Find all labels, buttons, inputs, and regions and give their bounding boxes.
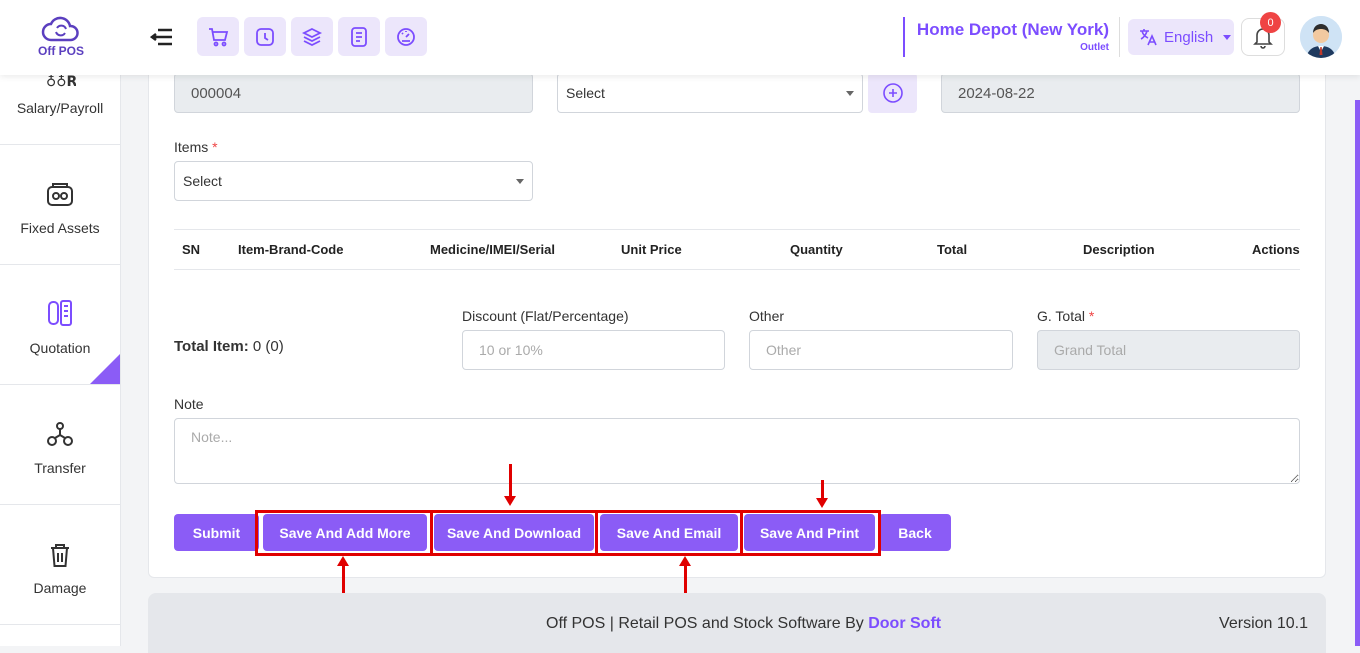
outlet-name: Home Depot (New York) (916, 20, 1109, 39)
footer: Off POS | Retail POS and Stock Software … (148, 593, 1326, 653)
col-description: Description (1083, 242, 1155, 257)
sidebar-item-fixed-assets[interactable]: Fixed Assets (0, 145, 120, 265)
active-indicator (90, 354, 120, 384)
add-customer-button[interactable] (868, 73, 917, 113)
annotation-arrow-down (504, 464, 516, 506)
sidebar-item-label: Damage (33, 580, 87, 596)
save-and-download-button[interactable]: Save And Download (434, 514, 594, 551)
clock-button[interactable] (244, 17, 286, 56)
trash-icon (44, 539, 76, 571)
quotation-form-card (148, 60, 1326, 578)
notification-badge: 0 (1260, 12, 1281, 33)
discount-label: Discount (Flat/Percentage) (462, 308, 629, 324)
layers-icon (301, 27, 323, 46)
app-logo[interactable]: Off POS (30, 14, 92, 62)
date-field[interactable]: 2024-08-22 (941, 73, 1300, 113)
save-and-add-more-button[interactable]: Save And Add More (263, 514, 427, 551)
sidebar-item-quotation[interactable]: Quotation (0, 265, 120, 385)
receipt-icon (351, 26, 367, 47)
other-input[interactable]: Other (749, 330, 1013, 370)
language-dropdown[interactable]: English (1128, 19, 1234, 55)
customer-select[interactable]: Select (557, 73, 863, 113)
sidebar-item-label: Transfer (34, 460, 86, 476)
footer-version: Version 10.1 (1219, 615, 1308, 632)
quotation-icon (44, 297, 76, 329)
dashboard-button[interactable] (385, 17, 427, 56)
other-label: Other (749, 308, 785, 324)
sidebar-item-transfer[interactable]: Transfer (0, 385, 120, 505)
svg-text:♁♁R: ♁♁R (46, 74, 76, 90)
layers-button[interactable] (291, 17, 333, 56)
language-label: English (1164, 28, 1214, 46)
items-table-header: SN Item-Brand-Code Medicine/IMEI/Serial … (174, 229, 1300, 270)
pos-cart-button[interactable] (197, 17, 239, 56)
transfer-icon (44, 419, 76, 451)
sidebar: ♁♁R Salary/Payroll Fixed Assets Quotatio… (0, 0, 121, 646)
scrollbar[interactable] (1355, 100, 1360, 646)
grand-total-field[interactable]: Grand Total (1037, 330, 1300, 370)
col-total: Total (937, 242, 968, 257)
items-select-value: Select (183, 173, 222, 189)
plus-circle-icon (882, 83, 903, 103)
translate-icon (1140, 29, 1157, 46)
top-navbar: Off POS Home Depot (New York) Outlet Eng… (0, 0, 1360, 75)
annotation-arrow-down (816, 480, 828, 508)
col-medicine-imei-serial: Medicine/IMEI/Serial (430, 242, 555, 257)
items-select[interactable]: Select (174, 161, 533, 201)
grand-total-label: G. Total * (1037, 308, 1095, 324)
reference-no-field[interactable]: 000004 (174, 73, 533, 113)
discount-input[interactable]: 10 or 10% (462, 330, 725, 370)
back-button[interactable]: Back (879, 514, 951, 551)
fixed-assets-icon (44, 179, 76, 211)
items-label: Items * (174, 139, 218, 155)
chevron-down-icon (846, 91, 854, 96)
save-and-email-button[interactable]: Save And Email (600, 514, 738, 551)
sidebar-item-label: Salary/Payroll (16, 100, 104, 116)
footer-credit: Off POS | Retail POS and Stock Software … (546, 615, 942, 632)
save-and-print-button[interactable]: Save And Print (744, 514, 875, 551)
user-avatar[interactable] (1300, 16, 1342, 58)
chevron-down-icon (1223, 34, 1232, 40)
receipt-button[interactable] (338, 17, 380, 56)
note-textarea[interactable] (174, 418, 1300, 484)
logo-text: Off POS (37, 44, 84, 58)
logo-cloud-icon (41, 16, 79, 42)
col-actions: Actions (1252, 242, 1300, 257)
outlet-type: Outlet (1080, 42, 1109, 53)
col-item-brand-code: Item-Brand-Code (238, 242, 344, 257)
chevron-down-icon (516, 179, 524, 184)
note-label: Note (174, 396, 204, 412)
speedometer-icon (397, 27, 415, 46)
col-unit-price: Unit Price (621, 242, 682, 257)
total-item-summary: Total Item: 0 (0) (174, 338, 284, 355)
customer-select-value: Select (566, 85, 605, 101)
sidebar-item-label: Fixed Assets (20, 220, 100, 236)
clock-icon (256, 27, 274, 46)
menu-toggle-icon[interactable] (149, 26, 174, 48)
outlet-selector[interactable]: Home Depot (New York) Outlet (903, 17, 1120, 57)
sidebar-item-damage[interactable]: Damage (0, 505, 120, 625)
footer-brand-link[interactable]: Door Soft (868, 615, 941, 632)
submit-button[interactable]: Submit (174, 514, 259, 551)
cart-icon (209, 27, 229, 46)
col-quantity: Quantity (790, 242, 843, 257)
col-sn: SN (182, 242, 201, 257)
